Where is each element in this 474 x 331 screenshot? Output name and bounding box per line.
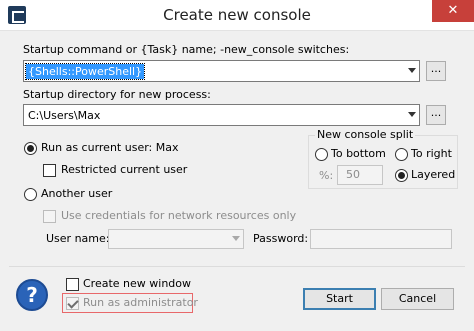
separator [9,266,465,267]
run-as-admin-checkbox[interactable] [66,297,79,310]
password-label: Password: [253,232,309,245]
split-group-title: New console split [315,128,416,141]
startup-command-browse-button[interactable]: ... [426,61,446,81]
dialog-body: Startup command or {Task} name; -new_con… [9,31,465,325]
split-to-bottom-label[interactable]: To bottom [331,147,386,160]
split-percent-label: %: [319,169,334,182]
create-new-window-label[interactable]: Create new window [83,277,191,290]
startup-command-value[interactable]: {Shells::PowerShell} [24,63,146,80]
user-name-label: User name: [46,232,110,245]
startup-command-combo[interactable]: {Shells::PowerShell} [23,60,420,82]
network-credentials-checkbox[interactable] [43,210,56,223]
start-button[interactable]: Start [303,288,376,310]
startup-directory-browse-button[interactable]: ... [426,105,446,125]
restricted-user-label[interactable]: Restricted current user [61,163,187,176]
run-as-current-user-radio[interactable] [24,142,37,155]
restricted-user-checkbox[interactable] [43,164,56,177]
chevron-down-icon[interactable] [408,112,416,117]
startup-directory-label: Startup directory for new process: [23,88,211,101]
title-bar: Create new console ✕ [0,0,474,31]
chevron-down-icon[interactable] [408,68,416,73]
split-to-right-radio[interactable] [395,148,408,161]
startup-command-label: Startup command or {Task} name; -new_con… [23,43,350,56]
password-field[interactable] [310,229,452,249]
user-name-combo[interactable] [108,229,244,249]
another-user-label[interactable]: Another user [41,187,112,200]
window-title: Create new console [163,6,311,24]
create-new-window-checkbox[interactable] [66,278,79,291]
another-user-radio[interactable] [24,188,37,201]
cancel-button[interactable]: Cancel [381,288,454,310]
split-layered-radio[interactable] [395,169,408,182]
chevron-down-icon[interactable] [232,236,240,241]
startup-directory-value[interactable]: C:\Users\Max [26,108,102,123]
split-to-bottom-radio[interactable] [315,148,328,161]
close-button[interactable]: ✕ [432,0,474,22]
split-layered-label[interactable]: Layered [411,168,455,181]
split-to-right-label[interactable]: To right [411,147,452,160]
help-icon[interactable]: ? [16,279,48,311]
split-percent-spinner[interactable]: 50 [337,165,383,185]
network-credentials-label: Use credentials for network resources on… [61,209,297,222]
run-as-current-user-label[interactable]: Run as current user: Max [41,141,178,154]
run-as-admin-label[interactable]: Run as administrator [83,296,198,309]
startup-directory-combo[interactable]: C:\Users\Max [23,104,420,126]
